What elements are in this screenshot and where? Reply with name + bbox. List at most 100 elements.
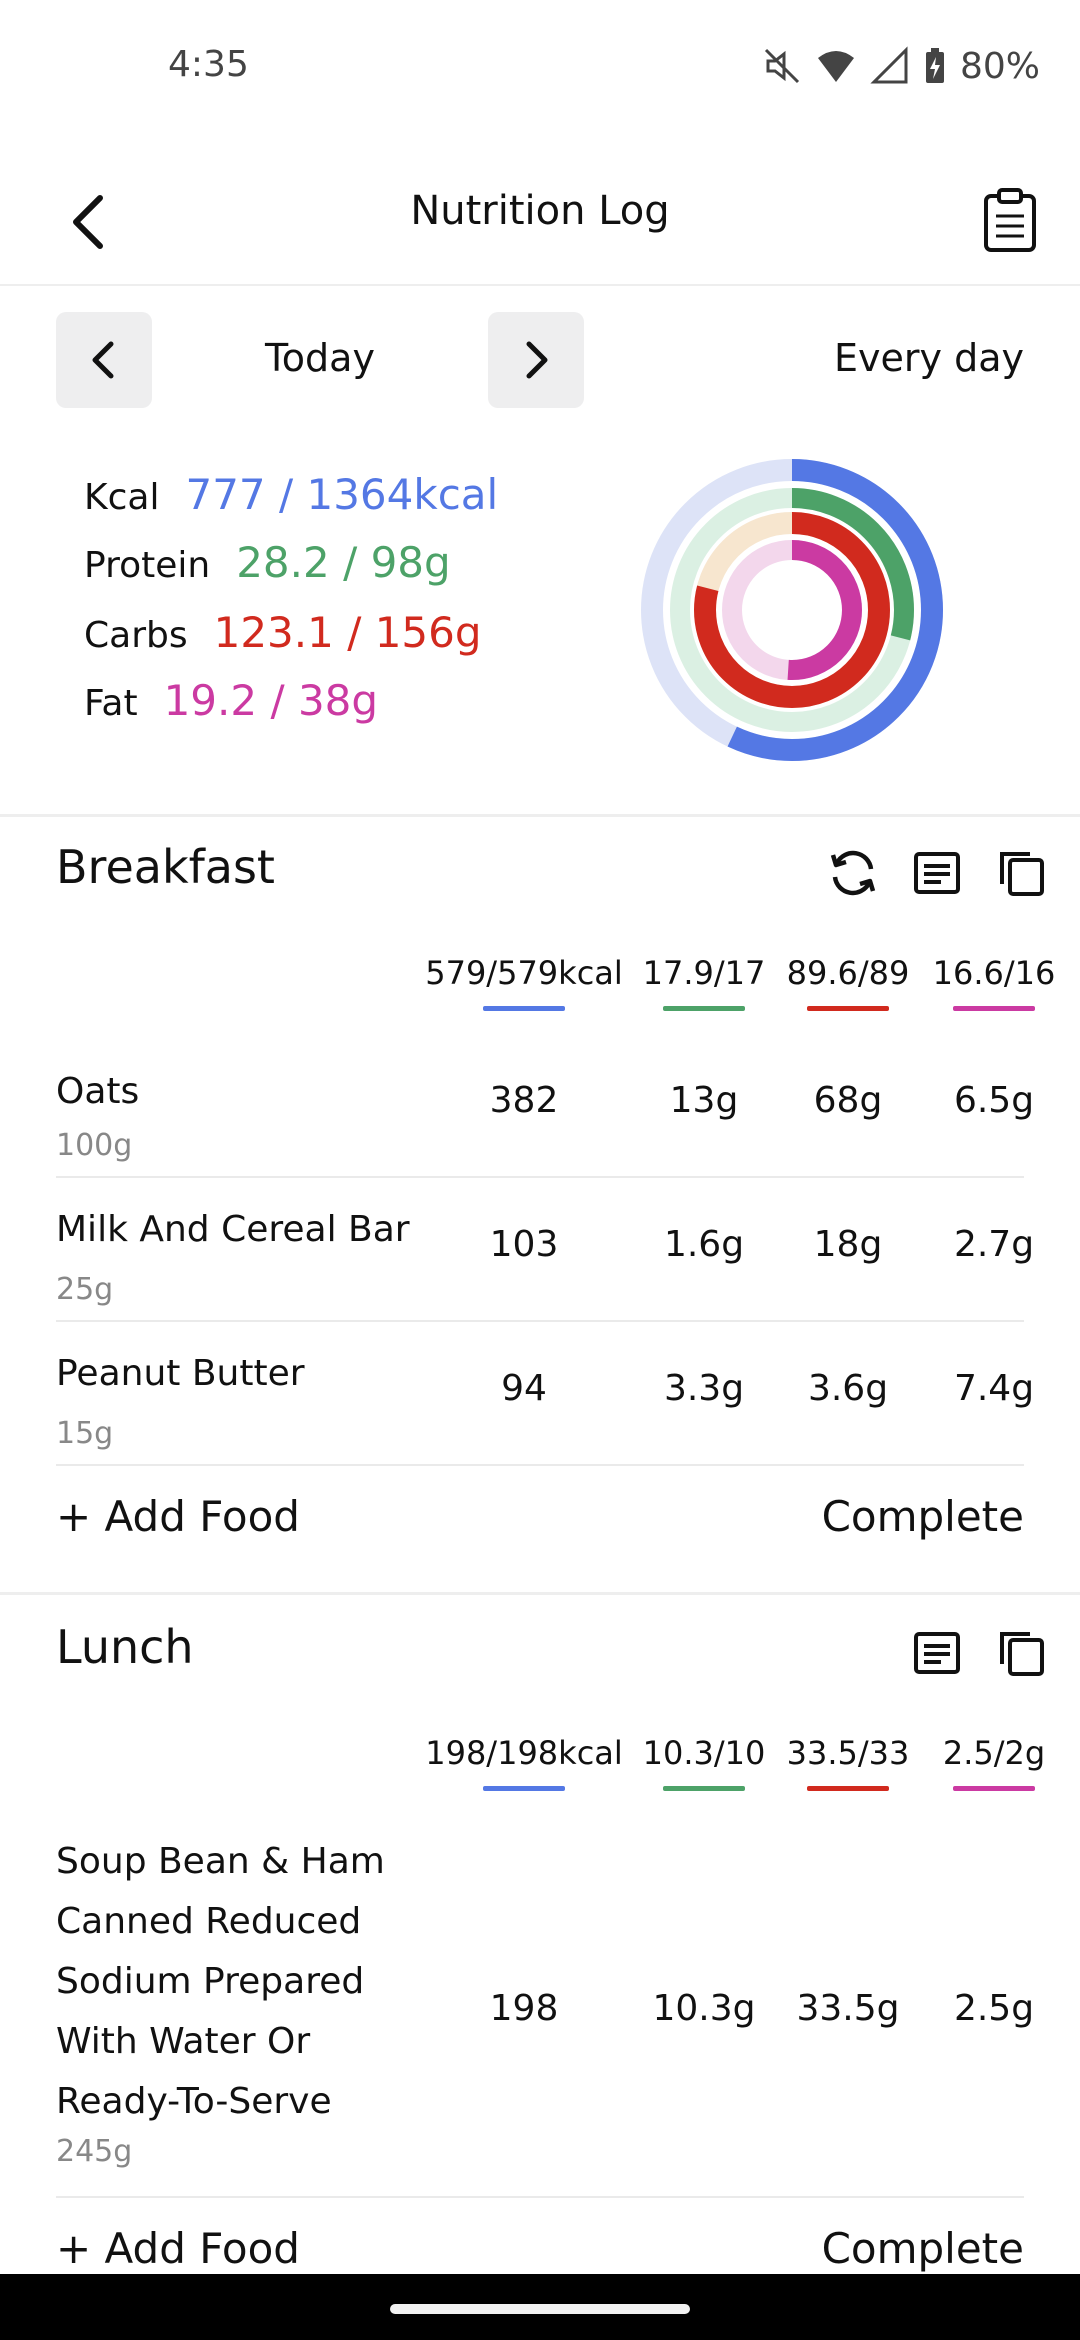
breakfast-title: Breakfast bbox=[56, 840, 275, 894]
protein-summary: Protein 28.2 / 98g bbox=[84, 538, 451, 600]
food-kcal: 94 bbox=[501, 1368, 547, 1409]
food-fat: 2.7g bbox=[953, 1224, 1035, 1265]
lunch-actions bbox=[908, 1624, 1050, 1682]
fat-underline bbox=[953, 1786, 1035, 1791]
food-quantity: 25g bbox=[56, 1272, 114, 1307]
protein-underline bbox=[663, 1006, 745, 1011]
status-bar: 4:35 80% bbox=[0, 0, 1080, 140]
section-divider bbox=[0, 1592, 1080, 1595]
carbs-summary: Carbs 123.1 / 156g bbox=[84, 608, 482, 670]
carbs-underline bbox=[807, 1786, 889, 1791]
food-carbs: 18g bbox=[813, 1224, 883, 1265]
clipboard-icon bbox=[984, 188, 1036, 252]
lunch-totals: 198/198kcal 10.3/10 33.5/33 2.5/2g bbox=[0, 1734, 1080, 1794]
copy-icon bbox=[1000, 1632, 1044, 1676]
kcal-underline bbox=[483, 1006, 565, 1011]
food-name: Milk And Cereal Bar bbox=[56, 1209, 410, 1250]
fat-value: 19.2 / 38g bbox=[163, 676, 379, 725]
status-time: 4:35 bbox=[168, 44, 249, 85]
add-food-button[interactable]: + Add Food bbox=[56, 2224, 300, 2273]
app-bar: Nutrition Log bbox=[0, 160, 1080, 286]
daily-summary: Kcal 777 / 1364kcal Protein 28.2 / 98g C… bbox=[0, 450, 1080, 817]
food-fat: 7.4g bbox=[953, 1368, 1035, 1409]
notes-icon bbox=[914, 852, 960, 894]
lunch-carbs-total: 33.5/33 bbox=[786, 1734, 910, 1772]
food-protein: 1.6g bbox=[663, 1224, 745, 1265]
food-row[interactable]: Oats 100g 382 13g 68g 6.5g bbox=[56, 1040, 1034, 1178]
food-protein: 13g bbox=[669, 1080, 739, 1121]
refresh-icon bbox=[830, 850, 876, 896]
lunch-section: Lunch 198/198kcal 10.3/10 33.5/33 2.5/2g… bbox=[0, 1596, 1080, 2276]
notes-icon bbox=[914, 1632, 960, 1674]
food-carbs: 68g bbox=[813, 1080, 883, 1121]
kcal-label: Kcal bbox=[84, 477, 160, 518]
copy-icon bbox=[1000, 852, 1044, 896]
food-kcal: 198 bbox=[489, 1988, 559, 2029]
current-date-label[interactable]: Today bbox=[180, 336, 460, 380]
food-quantity: 15g bbox=[56, 1416, 114, 1451]
lunch-notes-button[interactable] bbox=[908, 1624, 966, 1682]
food-row[interactable]: Soup Bean & Ham Canned Reduced Sodium Pr… bbox=[56, 1822, 1034, 2198]
breakfast-protein-total: 17.9/17 bbox=[642, 954, 766, 992]
lunch-fat-total: 2.5/2g bbox=[942, 1734, 1046, 1772]
food-row[interactable]: Milk And Cereal Bar 25g 103 1.6g 18g 2.7… bbox=[56, 1178, 1034, 1322]
mute-icon bbox=[762, 46, 802, 86]
carbs-underline bbox=[807, 1006, 889, 1011]
breakfast-carbs-total: 89.6/89 bbox=[786, 954, 910, 992]
food-protein: 10.3g bbox=[652, 1988, 756, 2029]
food-carbs: 33.5g bbox=[796, 1988, 900, 2029]
kcal-summary: Kcal 777 / 1364kcal bbox=[84, 470, 498, 532]
food-kcal: 103 bbox=[489, 1224, 559, 1265]
lunch-kcal-total: 198/198kcal bbox=[425, 1734, 623, 1772]
breakfast-copy-button[interactable] bbox=[992, 844, 1050, 902]
clipboard-button[interactable] bbox=[968, 178, 1052, 262]
fat-underline bbox=[953, 1006, 1035, 1011]
previous-day-button[interactable] bbox=[56, 312, 152, 408]
chevron-left-icon bbox=[92, 341, 114, 379]
food-name: Oats bbox=[56, 1071, 140, 1112]
protein-value: 28.2 / 98g bbox=[236, 538, 451, 587]
breakfast-notes-button[interactable] bbox=[908, 844, 966, 902]
system-navigation-bar bbox=[0, 2274, 1080, 2340]
breakfast-refresh-button[interactable] bbox=[824, 844, 882, 902]
breakfast-footer: + Add Food Complete bbox=[56, 1472, 1024, 1572]
wifi-icon bbox=[816, 48, 856, 84]
complete-button[interactable]: Complete bbox=[822, 1492, 1024, 1541]
food-quantity: 245g bbox=[56, 2134, 133, 2169]
fat-label: Fat bbox=[84, 683, 138, 724]
food-name: Soup Bean & Ham Canned Reduced Sodium Pr… bbox=[56, 1841, 385, 2122]
signal-icon bbox=[870, 46, 910, 86]
next-day-button[interactable] bbox=[488, 312, 584, 408]
food-name: Peanut Butter bbox=[56, 1353, 305, 1394]
lunch-copy-button[interactable] bbox=[992, 1624, 1050, 1682]
breakfast-section: Breakfast 579/579kcal 17.9/17 89.6/89 16… bbox=[0, 814, 1080, 1594]
home-gesture-handle[interactable] bbox=[390, 2304, 690, 2314]
kcal-value: 777 / 1364kcal bbox=[185, 470, 499, 519]
chevron-right-icon bbox=[526, 341, 548, 379]
carbs-value: 123.1 / 156g bbox=[213, 608, 482, 657]
food-row[interactable]: Peanut Butter 15g 94 3.3g 3.6g 7.4g bbox=[56, 1322, 1034, 1466]
battery-percent: 80% bbox=[959, 45, 1040, 87]
food-fat: 2.5g bbox=[953, 1988, 1035, 2029]
page-title: Nutrition Log bbox=[410, 188, 670, 234]
fat-summary: Fat 19.2 / 38g bbox=[84, 676, 378, 738]
complete-button[interactable]: Complete bbox=[822, 2224, 1024, 2273]
breakfast-actions bbox=[824, 844, 1050, 902]
food-carbs: 3.6g bbox=[807, 1368, 889, 1409]
breakfast-kcal-total: 579/579kcal bbox=[425, 954, 623, 992]
date-navigation: Today Every day bbox=[0, 312, 1080, 408]
frequency-selector[interactable]: Every day bbox=[834, 336, 1024, 380]
food-kcal: 382 bbox=[489, 1080, 559, 1121]
lunch-title: Lunch bbox=[56, 1620, 194, 1674]
food-fat: 6.5g bbox=[953, 1080, 1035, 1121]
kcal-underline bbox=[483, 1786, 565, 1791]
breakfast-totals: 579/579kcal 17.9/17 89.6/89 16.6/16 bbox=[0, 954, 1080, 1014]
add-food-button[interactable]: + Add Food bbox=[56, 1492, 300, 1541]
macro-ring-chart bbox=[641, 459, 943, 761]
battery-icon bbox=[924, 47, 946, 85]
lunch-protein-total: 10.3/10 bbox=[642, 1734, 766, 1772]
status-icons: 80% bbox=[762, 44, 1040, 88]
food-protein: 3.3g bbox=[663, 1368, 745, 1409]
protein-label: Protein bbox=[84, 545, 211, 586]
breakfast-fat-total: 16.6/16 bbox=[932, 954, 1056, 992]
